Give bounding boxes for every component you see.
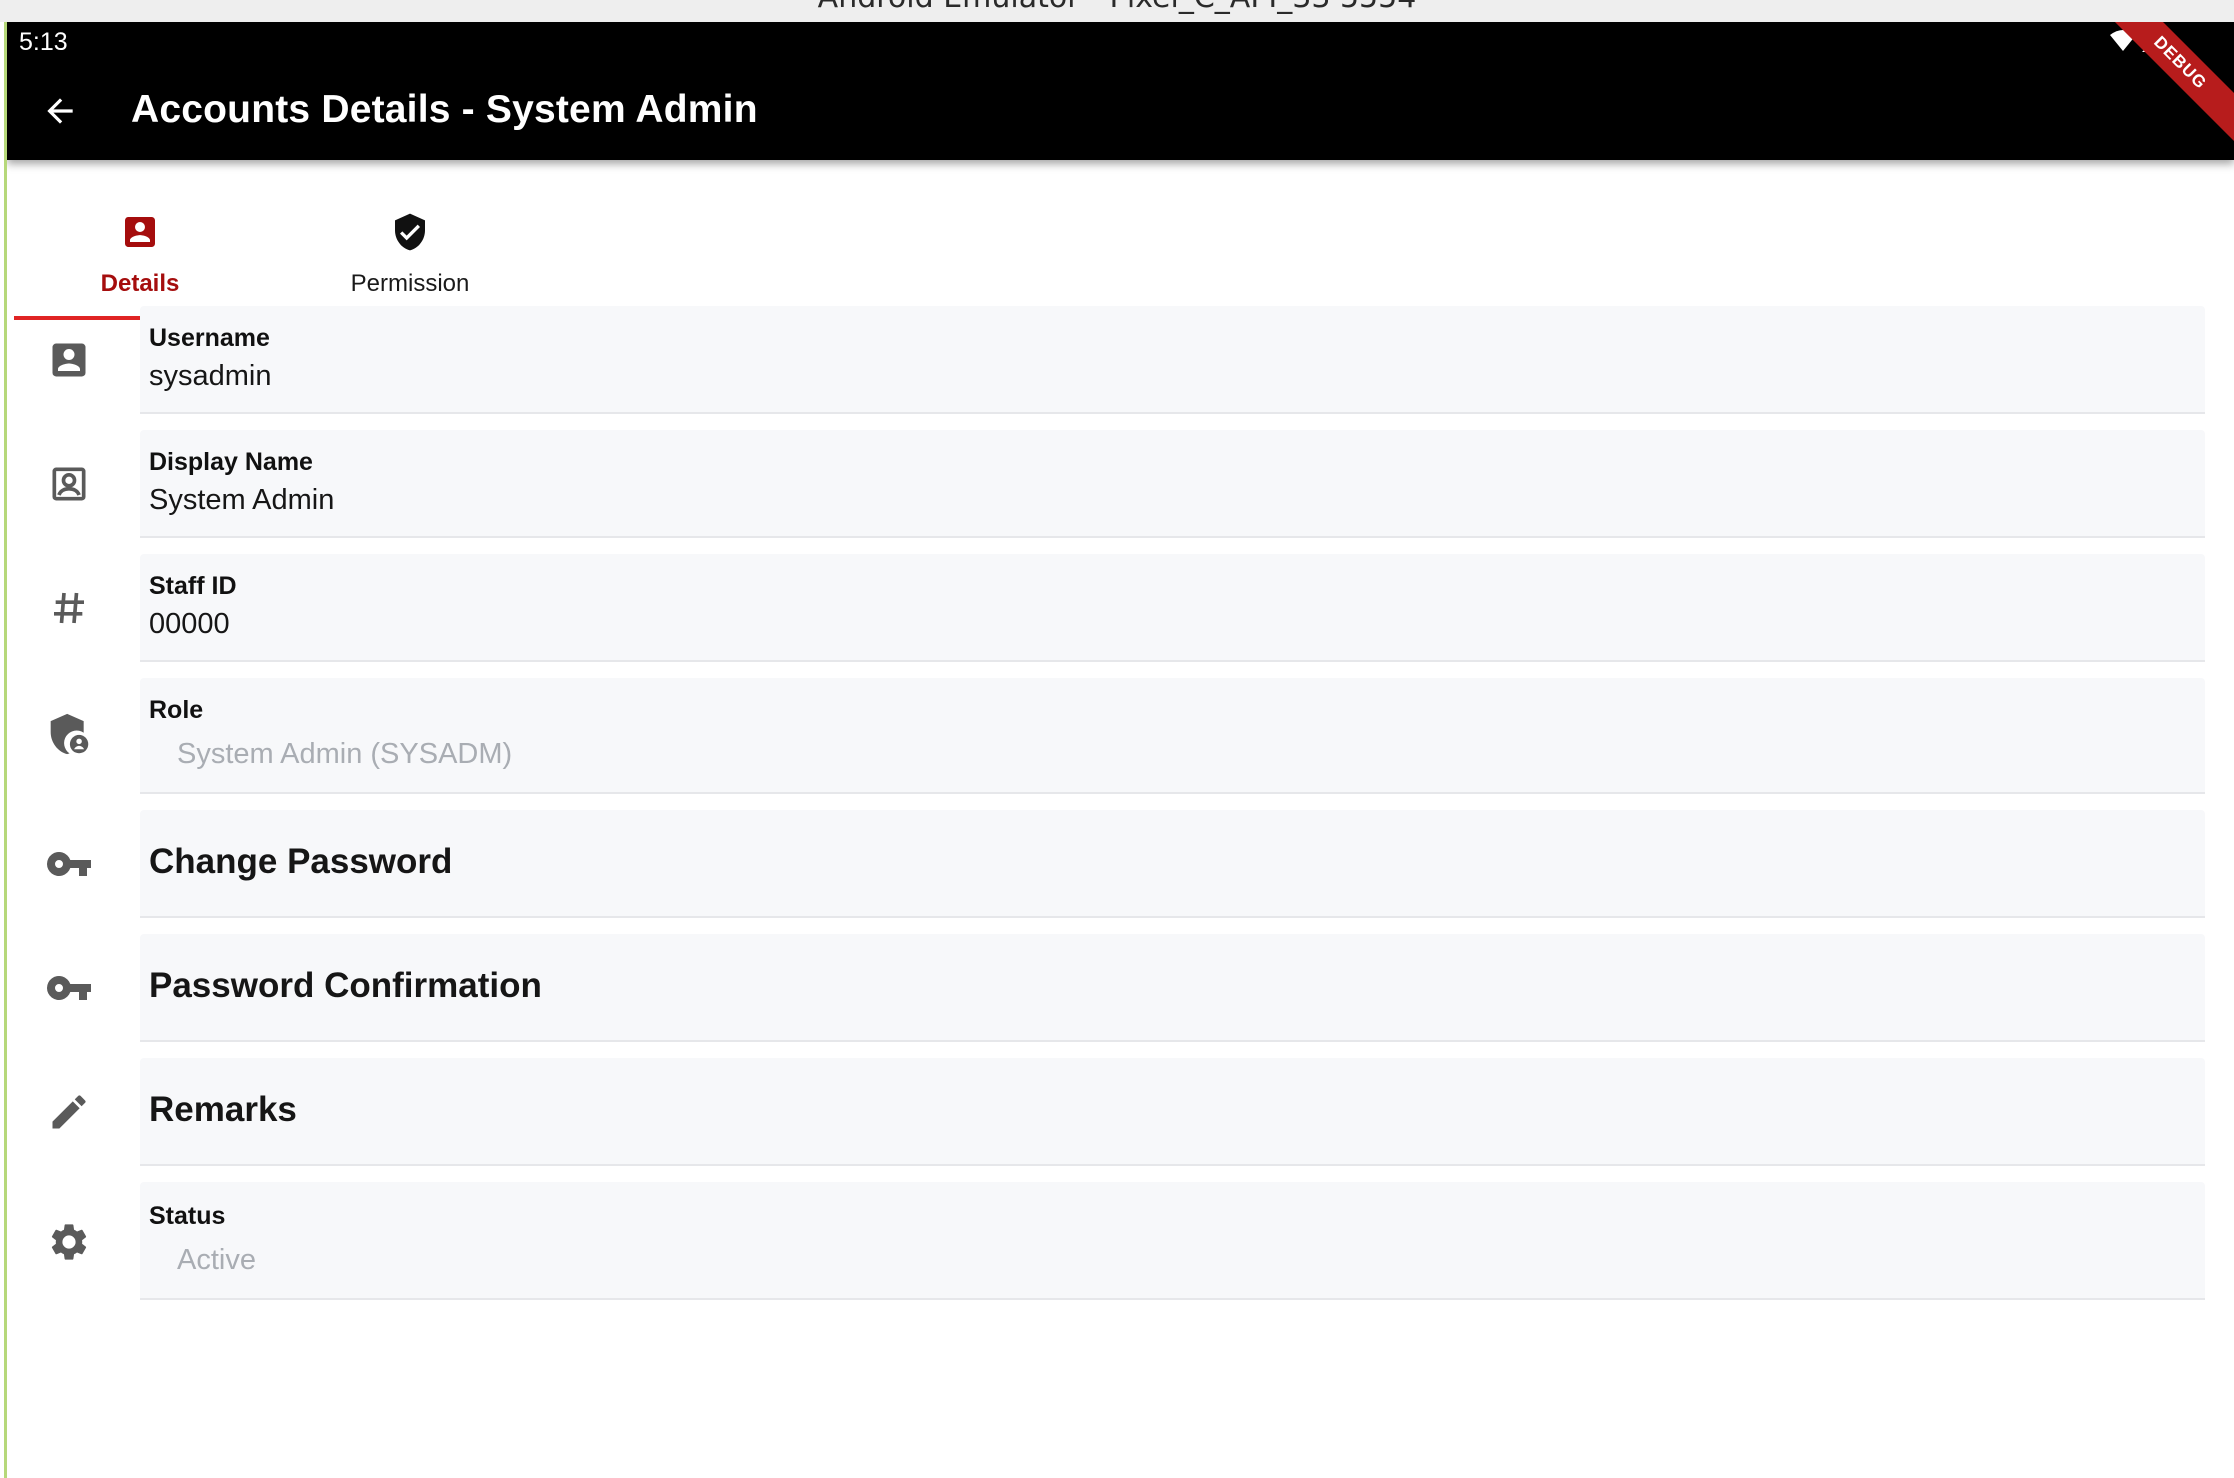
key-icon <box>46 852 91 876</box>
display-name-row: Display Name System Admin <box>7 430 2234 542</box>
device-screen: 5:13 Accounts Details - System Admin DEB… <box>4 22 2234 1478</box>
portrait-icon <box>52 467 86 501</box>
arrow-back-icon <box>47 98 73 124</box>
status-bar: 5:13 <box>7 22 2234 64</box>
status-field: Status Active <box>140 1182 2205 1300</box>
change-password-input[interactable]: Change Password <box>140 810 2205 918</box>
tab-bar: Details Permission <box>14 182 574 322</box>
staff-id-label: Staff ID <box>149 572 237 600</box>
pencil-icon <box>52 1095 86 1129</box>
gear-icon <box>51 1224 87 1260</box>
username-field[interactable]: Username sysadmin <box>140 306 2205 414</box>
tab-permission[interactable]: Permission <box>284 182 536 322</box>
remarks-input[interactable]: Remarks <box>140 1058 2205 1166</box>
password-confirmation-input[interactable]: Password Confirmation <box>140 934 2205 1042</box>
staff-id-field[interactable]: Staff ID 00000 <box>140 554 2205 662</box>
change-password-placeholder: Change Password <box>149 842 453 881</box>
status-label: Status <box>149 1202 226 1230</box>
role-row: Role System Admin (SYSADM) <box>7 678 2234 798</box>
password-confirmation-row: Password Confirmation <box>7 934 2234 1046</box>
account-box-icon <box>125 217 155 247</box>
hash-icon <box>54 592 84 624</box>
remarks-row: Remarks <box>7 1058 2234 1170</box>
display-name-field[interactable]: Display Name System Admin <box>140 430 2205 538</box>
display-name-value: System Admin <box>149 484 335 516</box>
tab-details[interactable]: Details <box>14 182 266 322</box>
status-row: Status Active <box>7 1182 2234 1304</box>
display-name-label: Display Name <box>149 448 313 476</box>
tab-details-label: Details <box>100 270 180 297</box>
key-icon <box>46 976 91 1000</box>
password-confirmation-placeholder: Password Confirmation <box>149 966 542 1005</box>
status-time: 5:13 <box>19 28 68 56</box>
verified-shield-icon <box>395 213 425 251</box>
role-field: Role System Admin (SYSADM) <box>140 678 2205 794</box>
role-label: Role <box>149 696 204 724</box>
username-label: Username <box>149 324 270 352</box>
tab-permission-label: Permission <box>350 270 470 297</box>
emulator-title: Android Emulator - Pixel_C_API_33 5554 <box>0 0 2234 15</box>
change-password-row: Change Password <box>7 810 2234 922</box>
app-bar: Accounts Details - System Admin <box>7 64 2234 160</box>
username-value: sysadmin <box>149 360 272 392</box>
page-title: Accounts Details - System Admin <box>131 88 758 131</box>
admin-shield-icon <box>50 713 89 755</box>
status-value: Active <box>177 1244 256 1276</box>
staff-id-row: Staff ID 00000 <box>7 554 2234 666</box>
remarks-placeholder: Remarks <box>149 1090 297 1129</box>
staff-id-value: 00000 <box>149 608 230 640</box>
back-button[interactable] <box>35 86 85 136</box>
username-row: Username sysadmin <box>7 306 2234 418</box>
account-box-icon <box>52 343 86 377</box>
emulator-titlebar: Android Emulator - Pixel_C_API_33 5554 <box>0 0 2234 22</box>
role-value: System Admin (SYSADM) <box>177 738 513 770</box>
